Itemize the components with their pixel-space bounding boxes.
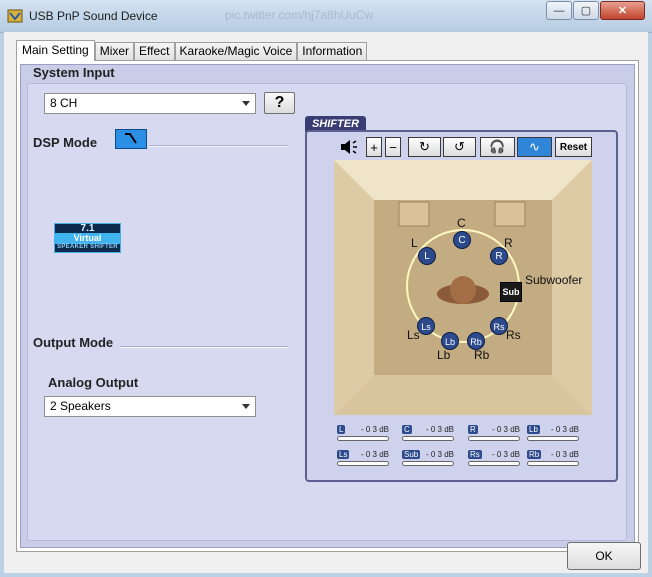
mute-button[interactable] [337,137,360,157]
speaker-rb-label: Rb [474,348,490,362]
meter-slider[interactable] [468,461,520,466]
minimize-icon: — [553,4,565,17]
ok-button[interactable]: OK [567,542,641,570]
rotate-ccw-button[interactable]: ↺ [443,137,476,157]
meter-tag: Rs [468,450,482,459]
virtual-speaker-shifter-logo[interactable]: 7.1 Virtual SPEAKER SHIFTER [54,223,121,253]
meter-value: - 0 3 dB [360,425,389,434]
window-title: USB PnP Sound Device [29,9,158,23]
tab-main-setting[interactable]: Main Setting [16,40,95,61]
zoom-in-button[interactable]: + [366,137,382,157]
subwoofer-label: Subwoofer [525,273,583,287]
minus-icon: − [389,139,397,155]
maximize-button[interactable]: ▢ [573,1,599,20]
meter-tag: Rb [527,450,542,459]
analog-output-value: 2 Speakers [50,399,111,413]
wave-button[interactable]: ∿ [517,137,552,157]
level-meter-rs[interactable]: Rs - 0 3 dB [468,450,520,468]
meter-value: - 0 3 dB [425,450,454,459]
output-mode-label: Output Mode [33,335,114,350]
meter-value: - 0 3 dB [491,425,520,434]
speaker-l[interactable]: L [418,247,436,265]
reset-button[interactable]: Reset [555,137,592,157]
rotate-ccw-icon: ↺ [454,139,465,154]
level-meter-l[interactable]: L - 0 3 dB [337,425,389,443]
system-input-select[interactable]: 8 CH [44,93,256,114]
speaker-l-label: L [411,236,418,250]
headphone-button[interactable]: 🎧 [480,137,515,157]
meter-tag: Sub [402,450,421,459]
maximize-icon: ▢ [580,5,592,17]
level-meter-lb[interactable]: Lb - 0 3 dB [527,425,579,443]
wave-icon: ∿ [529,139,540,154]
dsp-mode-label: DSP Mode [33,135,98,150]
minimize-button[interactable]: — [546,1,572,20]
meter-value: - 0 3 dB [550,425,579,434]
speaker-icon [340,140,357,154]
speaker-room[interactable] [334,160,592,415]
meter-tag: R [468,425,478,434]
meter-tag: L [337,425,346,434]
background-text: pic.twitter.com/hj7a8hUuCw [225,8,374,22]
title-bar: USB PnP Sound Device pic.twitter.com/hj7… [0,0,652,33]
plus-icon: + [370,139,378,155]
speaker-r-label: R [504,236,513,250]
analog-output-select[interactable]: 2 Speakers [44,396,256,417]
chevron-down-icon [242,404,250,409]
tab-karaoke[interactable]: Karaoke/Magic Voice [174,42,298,60]
meter-tag: Ls [337,450,350,459]
speaker-lb-label: Lb [437,348,451,362]
meter-value: - 0 3 dB [491,450,520,459]
help-button[interactable]: ? [264,92,295,114]
speaker-c[interactable]: C [453,231,471,249]
tab-mixer[interactable]: Mixer [94,42,135,60]
speaker-sub[interactable]: Sub [500,282,522,302]
meter-slider[interactable] [402,436,454,441]
close-button[interactable]: ✕ [600,1,645,20]
rotate-cw-icon: ↻ [419,139,430,154]
speaker-c-label: C [457,216,466,230]
meter-slider[interactable] [527,436,579,441]
meter-slider[interactable] [468,436,520,441]
system-input-value: 8 CH [50,96,78,110]
meter-slider[interactable] [402,461,454,466]
meter-value: - 0 3 dB [425,425,454,434]
meter-tag: Lb [527,425,540,434]
rotate-cw-button[interactable]: ↻ [408,137,441,157]
headphone-icon: 🎧 [489,139,506,154]
level-meter-rb[interactable]: Rb - 0 3 dB [527,450,579,468]
system-input-label: System Input [33,65,115,80]
tab-information[interactable]: Information [297,42,368,60]
meter-slider[interactable] [337,436,389,441]
zoom-out-button[interactable]: − [385,137,401,157]
meter-slider[interactable] [337,461,389,466]
dsp-mode-toggle[interactable] [115,129,147,149]
level-meter-sub[interactable]: Sub - 0 3 dB [402,450,454,468]
hammer-icon [125,133,137,144]
chevron-down-icon [242,101,250,106]
output-divider [120,346,288,348]
logo-line3: SPEAKER SHIFTER [57,244,118,250]
level-meter-r[interactable]: R - 0 3 dB [468,425,520,443]
close-icon: ✕ [617,5,628,17]
tab-strip: Main Setting Mixer Effect Karaoke/Magic … [16,40,368,61]
tab-effect[interactable]: Effect [134,42,175,60]
meter-slider[interactable] [527,461,579,466]
meter-value: - 0 3 dB [360,450,389,459]
app-icon [7,9,23,23]
reset-label: Reset [559,141,588,153]
dsp-divider [149,145,288,147]
meter-value: - 0 3 dB [550,450,579,459]
speaker-ls[interactable]: Ls [417,317,435,335]
help-icon: ? [274,94,285,111]
speaker-rs-label: Rs [506,328,521,342]
speaker-ls-label: Ls [407,328,420,342]
level-meter-ls[interactable]: Ls - 0 3 dB [337,450,389,468]
analog-output-label: Analog Output [48,375,139,390]
level-meter-c[interactable]: C - 0 3 dB [402,425,454,443]
meter-tag: C [402,425,412,434]
logo-line2: Virtual [55,233,120,244]
